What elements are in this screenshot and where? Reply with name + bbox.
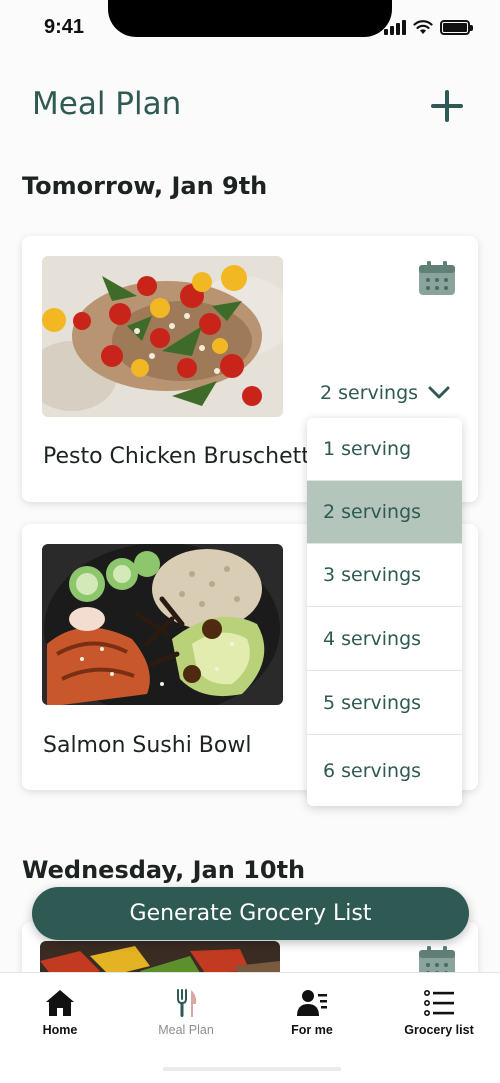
status-time: 9:41 — [44, 16, 85, 38]
device-notch — [108, 0, 392, 37]
profile-list-icon — [297, 990, 327, 1016]
servings-option-5[interactable]: 5 servings — [307, 671, 462, 735]
status-icons — [384, 19, 473, 35]
cellular-signal-icon — [384, 19, 406, 35]
battery-icon — [440, 20, 473, 35]
servings-option-1[interactable]: 1 serving — [307, 418, 462, 481]
tab-grocery-list[interactable]: Grocery list — [389, 987, 489, 1037]
tab-bar: Home Meal Plan For me Grocery list — [0, 972, 500, 1083]
fork-knife-icon — [177, 989, 197, 1017]
servings-option-6[interactable]: 6 servings — [307, 735, 462, 806]
meal-name: Pesto Chicken Bruschetta — [43, 444, 324, 469]
tab-label-grocery-list: Grocery list — [404, 1023, 474, 1037]
checklist-icon — [423, 989, 454, 1016]
bruschetta-photo — [42, 256, 283, 417]
page-title: Meal Plan — [32, 86, 182, 122]
servings-option-2[interactable]: 2 servings — [307, 481, 462, 544]
day-heading-wednesday: Wednesday, Jan 10th — [22, 856, 306, 884]
status-bar: 9:41 — [0, 0, 500, 60]
home-indicator — [163, 1067, 341, 1071]
meal-name: Salmon Sushi Bowl — [43, 733, 252, 758]
home-icon — [46, 990, 74, 1016]
tab-label-meal-plan: Meal Plan — [158, 1023, 214, 1037]
servings-option-4[interactable]: 4 servings — [307, 607, 462, 671]
servings-dropdown: 1 serving 2 servings 3 servings 4 servin… — [307, 418, 462, 806]
servings-select[interactable]: 2 servings — [320, 382, 450, 404]
wifi-icon — [413, 20, 433, 34]
calendar-icon[interactable] — [419, 261, 455, 295]
tab-label-home: Home — [42, 1023, 78, 1037]
tab-for-me[interactable]: For me — [262, 987, 362, 1037]
salmon-bowl-photo — [42, 544, 283, 705]
chevron-down-icon — [428, 386, 450, 399]
add-meal-button[interactable] — [430, 90, 464, 124]
generate-grocery-list-button[interactable]: Generate Grocery List — [32, 887, 469, 940]
day-heading-tomorrow: Tomorrow, Jan 9th — [22, 172, 268, 200]
tab-label-for-me: For me — [291, 1023, 333, 1037]
servings-option-3[interactable]: 3 servings — [307, 544, 462, 607]
tab-meal-plan[interactable]: Meal Plan — [136, 987, 236, 1037]
servings-select-value: 2 servings — [320, 382, 419, 404]
tab-home[interactable]: Home — [10, 987, 110, 1037]
